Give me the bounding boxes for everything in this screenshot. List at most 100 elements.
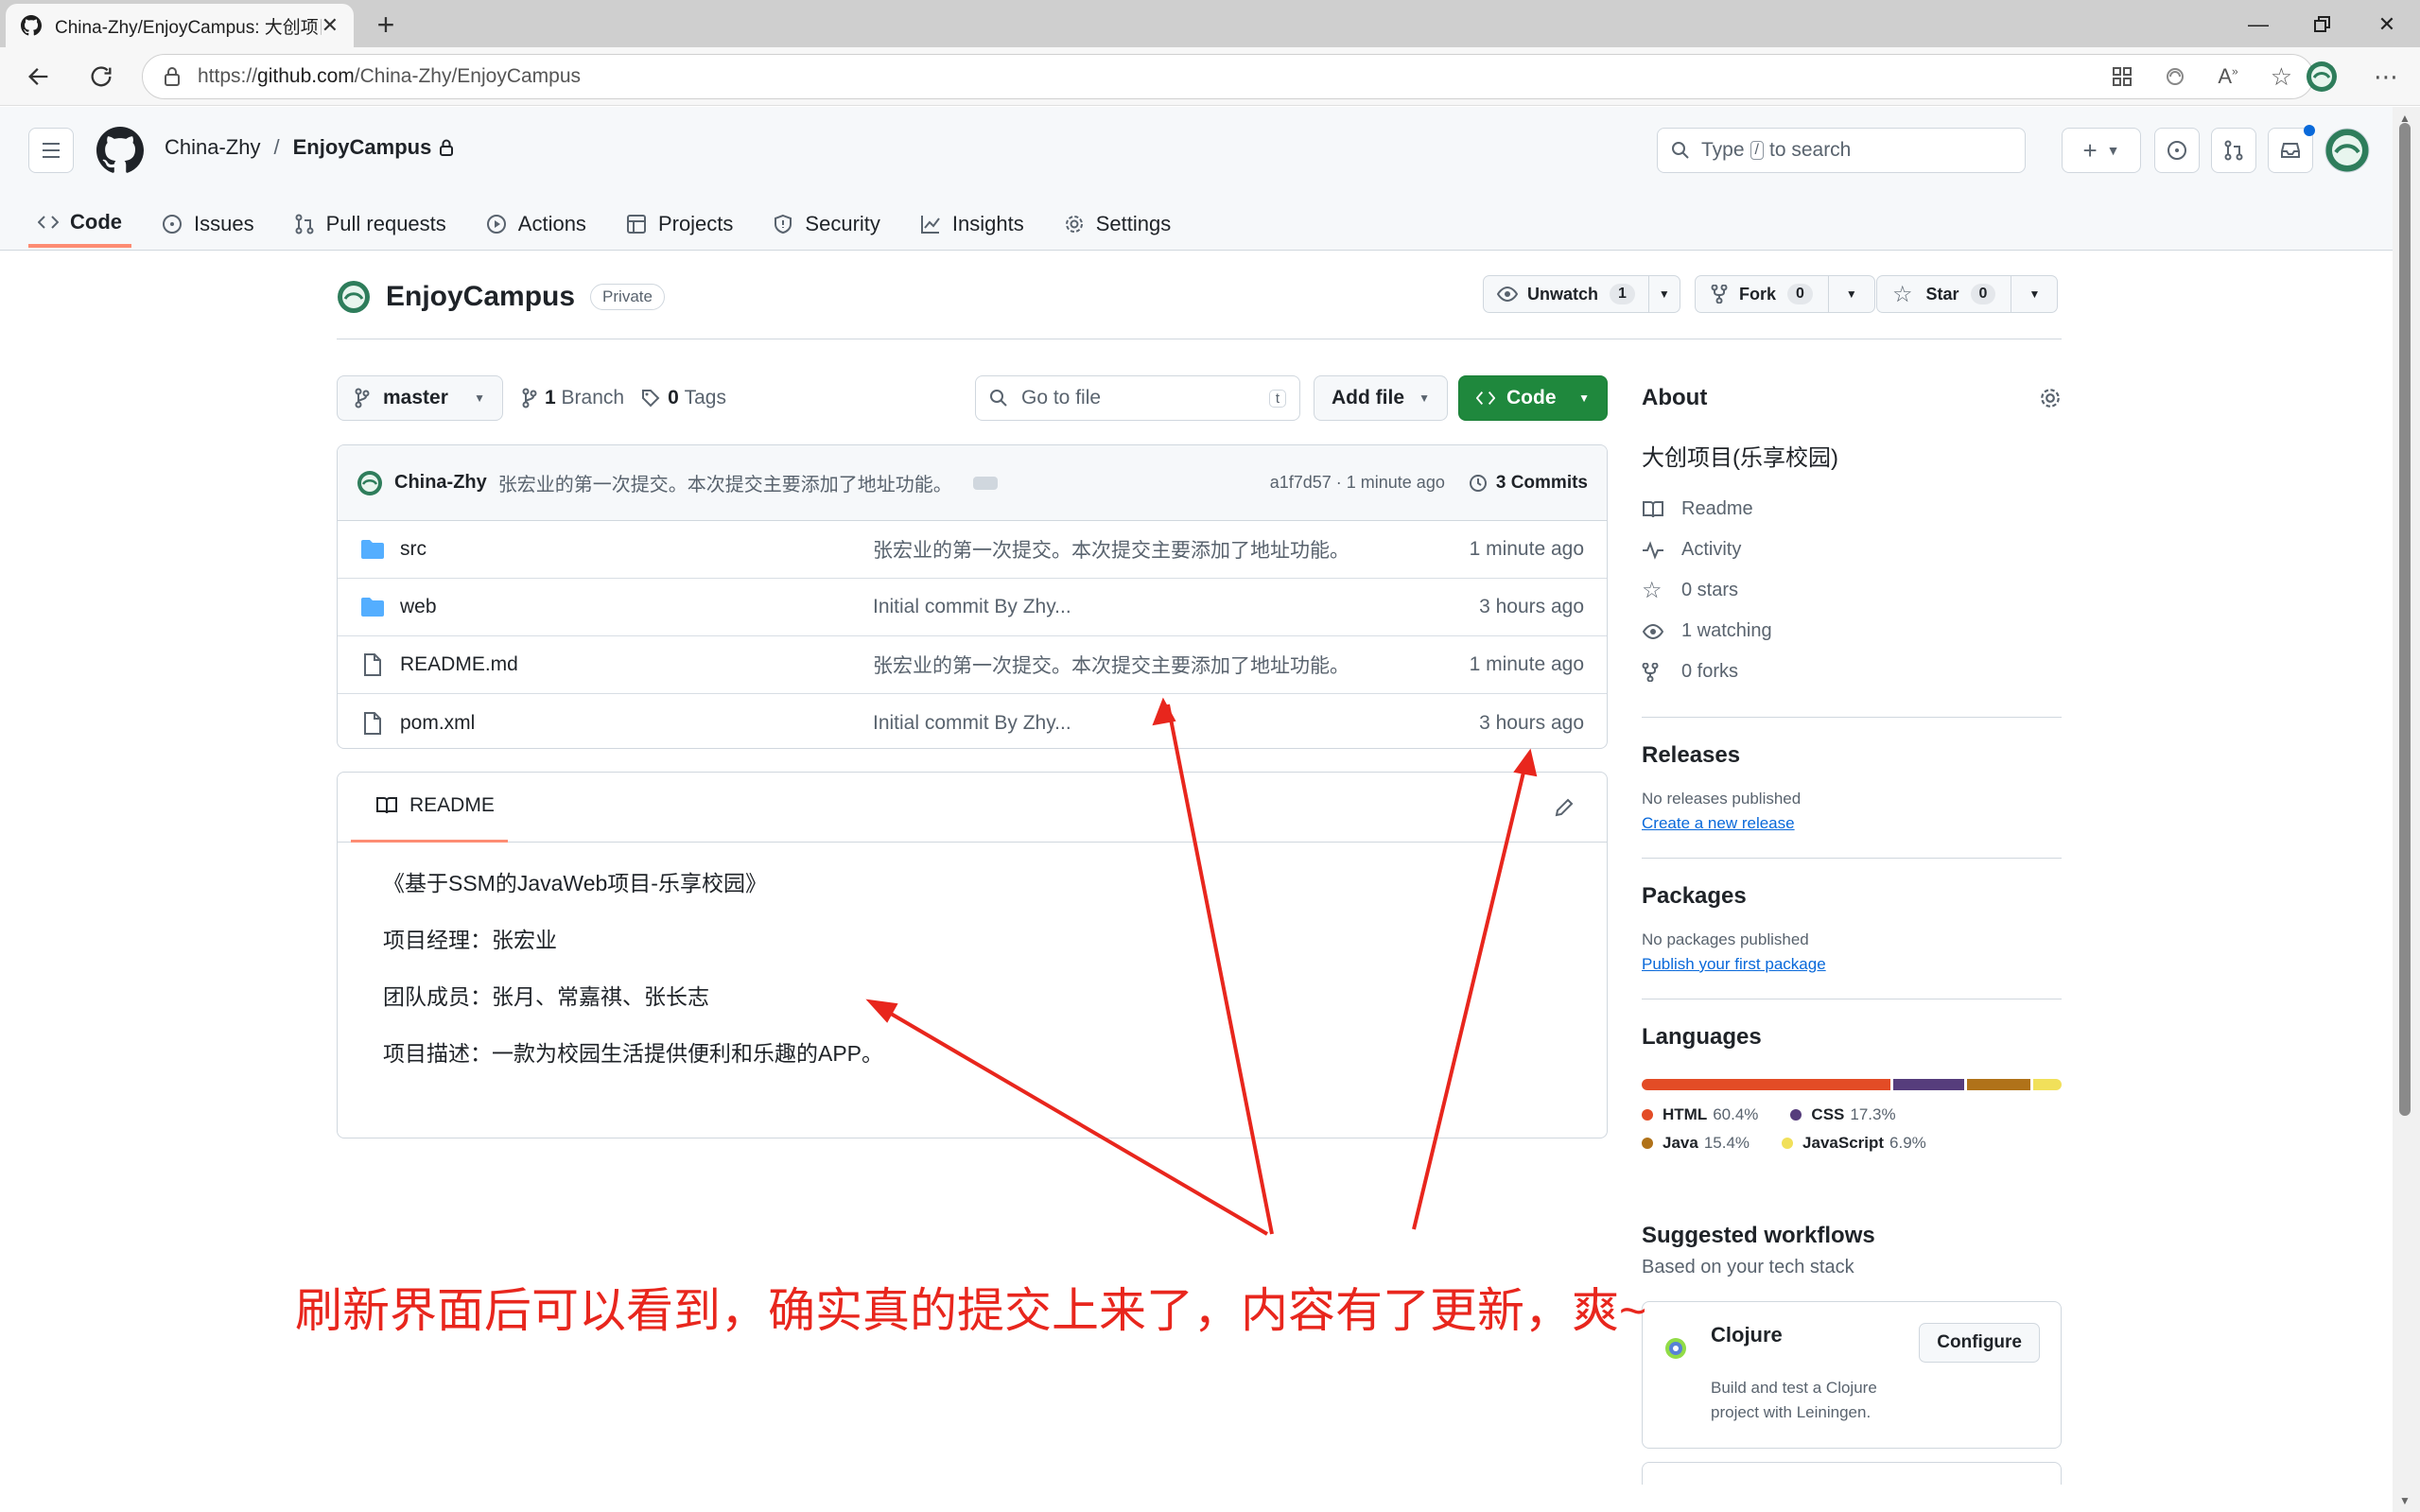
github-logo-icon[interactable] <box>96 127 144 174</box>
file-name[interactable]: src <box>400 538 873 561</box>
add-file-button[interactable]: Add file ▼ <box>1314 375 1448 421</box>
file-commit-message[interactable]: Initial commit By Zhy... <box>873 712 1479 735</box>
language-item[interactable]: HTML 60.4% <box>1642 1105 1758 1124</box>
language-item[interactable]: CSS 17.3% <box>1790 1105 1896 1124</box>
branches-link[interactable]: 1 Branch <box>522 387 624 409</box>
language-item[interactable]: JavaScript 6.9% <box>1782 1134 1926 1153</box>
fork-button[interactable]: Fork 0 ▼ <box>1695 275 1875 313</box>
releases-title[interactable]: Releases <box>1642 742 2062 769</box>
sidebar-item-watching[interactable]: 1 watching <box>1642 611 2062 652</box>
author-avatar[interactable] <box>357 470 383 496</box>
sidebar-item-forks[interactable]: 0 forks <box>1642 652 2062 692</box>
file-name[interactable]: web <box>400 596 873 618</box>
close-window-button[interactable]: ✕ <box>2368 8 2406 42</box>
readme-tab[interactable]: README <box>351 773 508 843</box>
pencil-icon[interactable] <box>1554 797 1575 818</box>
chevron-down-icon[interactable]: ▼ <box>2011 276 2057 312</box>
back-icon[interactable] <box>21 59 57 95</box>
scrollbar-thumb[interactable] <box>2399 123 2411 1116</box>
ellipsis-icon[interactable] <box>972 476 998 490</box>
search-input[interactable]: Type / to search <box>1657 128 2026 173</box>
language-item[interactable]: Java 15.4% <box>1642 1134 1750 1153</box>
branch-select-button[interactable]: master ▼ <box>337 375 503 421</box>
chevron-down-icon: ▼ <box>1419 391 1430 405</box>
search-suffix: to search <box>1768 139 1852 161</box>
sidebar-item-readme[interactable]: Readme <box>1642 489 2062 530</box>
table-row[interactable]: pom.xml Initial commit By Zhy... 3 hours… <box>338 694 1607 748</box>
file-commit-message[interactable]: 张宏业的第一次提交。本次提交主要添加了地址功能。 <box>873 535 1470 564</box>
unwatch-label: Unwatch <box>1527 284 1599 304</box>
file-name[interactable]: README.md <box>400 653 873 676</box>
scroll-down-icon[interactable]: ▼ <box>2399 1494 2411 1507</box>
create-release-link[interactable]: Create a new release <box>1642 814 2062 833</box>
repo-name[interactable]: EnjoyCampus <box>386 281 575 313</box>
chevron-down-icon[interactable]: ▼ <box>1647 276 1680 312</box>
profile-avatar-icon[interactable] <box>2304 59 2340 95</box>
table-row[interactable]: web Initial commit By Zhy... 3 hours ago <box>338 579 1607 636</box>
publish-package-link[interactable]: Publish your first package <box>1642 955 2062 974</box>
pull-requests-icon[interactable] <box>2211 128 2256 173</box>
unwatch-button[interactable]: Unwatch 1 ▼ <box>1483 275 1680 313</box>
star-button[interactable]: ☆ Star 0 ▼ <box>1876 275 2059 313</box>
apps-icon[interactable] <box>2112 66 2133 87</box>
browser-menu-icon[interactable]: ⋯ <box>2368 59 2404 95</box>
sidebar-item-stars[interactable]: ☆ 0 stars <box>1642 570 2062 611</box>
breadcrumb-repo[interactable]: EnjoyCampus <box>293 135 432 160</box>
tag-icon <box>641 389 660 408</box>
commits-link[interactable]: 3 Commits <box>1468 473 1588 494</box>
search-shortcut-key: / <box>1750 141 1764 160</box>
breadcrumb-owner[interactable]: China-Zhy <box>165 135 260 160</box>
tab-projects-label: Projects <box>657 212 734 235</box>
file-name[interactable]: pom.xml <box>400 712 873 735</box>
hamburger-menu-icon[interactable] <box>28 128 74 173</box>
book-icon <box>375 796 398 815</box>
address-bar[interactable]: https://github.com/China-Zhy/EnjoyCampus… <box>142 54 2314 99</box>
fork-icon <box>1711 285 1728 304</box>
commit-hash-time[interactable]: a1f7d57 · 1 minute ago <box>1270 473 1445 493</box>
workflows-title: Suggested workflows <box>1642 1223 1875 1248</box>
tab-projects[interactable]: Projects <box>617 200 742 248</box>
commit-message[interactable]: 张宏业的第一次提交。本次提交主要添加了地址功能。 <box>498 469 952 496</box>
table-row[interactable]: README.md 张宏业的第一次提交。本次提交主要添加了地址功能。 1 min… <box>338 636 1607 694</box>
file-commit-message[interactable]: Initial commit By Zhy... <box>873 596 1479 618</box>
pulse-icon <box>1642 540 1666 560</box>
user-avatar[interactable] <box>2324 128 2370 173</box>
create-new-button[interactable]: + ▼ <box>2062 128 2141 173</box>
read-aloud-icon[interactable]: A» <box>2218 64 2237 89</box>
reload-icon[interactable] <box>83 59 119 95</box>
language-name: HTML <box>1663 1105 1708 1123</box>
table-row[interactable]: src 张宏业的第一次提交。本次提交主要添加了地址功能。 1 minute ag… <box>338 521 1607 579</box>
restore-button[interactable] <box>2304 8 2342 42</box>
tab-issues[interactable]: Issues <box>152 200 264 248</box>
go-to-file-input[interactable]: Go to file t <box>975 375 1300 421</box>
sidebar-item-activity[interactable]: Activity <box>1642 530 2062 570</box>
gear-icon[interactable] <box>2039 387 2062 409</box>
minimize-button[interactable]: — <box>2239 8 2277 42</box>
configure-button[interactable]: Configure <box>1919 1323 2040 1363</box>
tag-label: Tags <box>684 387 726 408</box>
chevron-down-icon[interactable]: ▼ <box>1827 276 1874 312</box>
eye-icon <box>1497 287 1518 302</box>
favorite-star-icon[interactable]: ☆ <box>2271 62 2292 92</box>
readme-line: 团队成员：张月、常嘉祺、张长志 <box>383 984 709 1009</box>
edge-sync-icon[interactable] <box>2165 66 2185 87</box>
readme-line: 《基于SSM的JavaWeb项目-乐享校园》 <box>383 871 767 895</box>
tags-link[interactable]: 0 Tags <box>641 387 726 409</box>
tab-insights[interactable]: Insights <box>911 200 1034 248</box>
code-button[interactable]: Code ▼ <box>1458 375 1608 421</box>
packages-title[interactable]: Packages <box>1642 883 2062 910</box>
new-tab-button[interactable]: + <box>369 8 403 42</box>
commit-author[interactable]: China-Zhy <box>394 472 487 494</box>
readme-tab-label: README <box>409 794 495 816</box>
tab-close-icon[interactable]: ✕ <box>322 13 339 38</box>
star-icon: ☆ <box>1892 281 1913 307</box>
tab-settings[interactable]: Settings <box>1054 200 1181 248</box>
tab-code[interactable]: Code <box>28 200 131 248</box>
browser-tab[interactable]: China-Zhy/EnjoyCampus: 大创项目 ✕ <box>6 4 354 47</box>
eye-icon <box>1642 623 1666 639</box>
tab-security[interactable]: Security <box>763 200 889 248</box>
tab-pull-requests[interactable]: Pull requests <box>285 200 456 248</box>
tab-actions[interactable]: Actions <box>477 200 596 248</box>
issues-icon[interactable] <box>2154 128 2200 173</box>
file-commit-message[interactable]: 张宏业的第一次提交。本次提交主要添加了地址功能。 <box>873 651 1470 679</box>
